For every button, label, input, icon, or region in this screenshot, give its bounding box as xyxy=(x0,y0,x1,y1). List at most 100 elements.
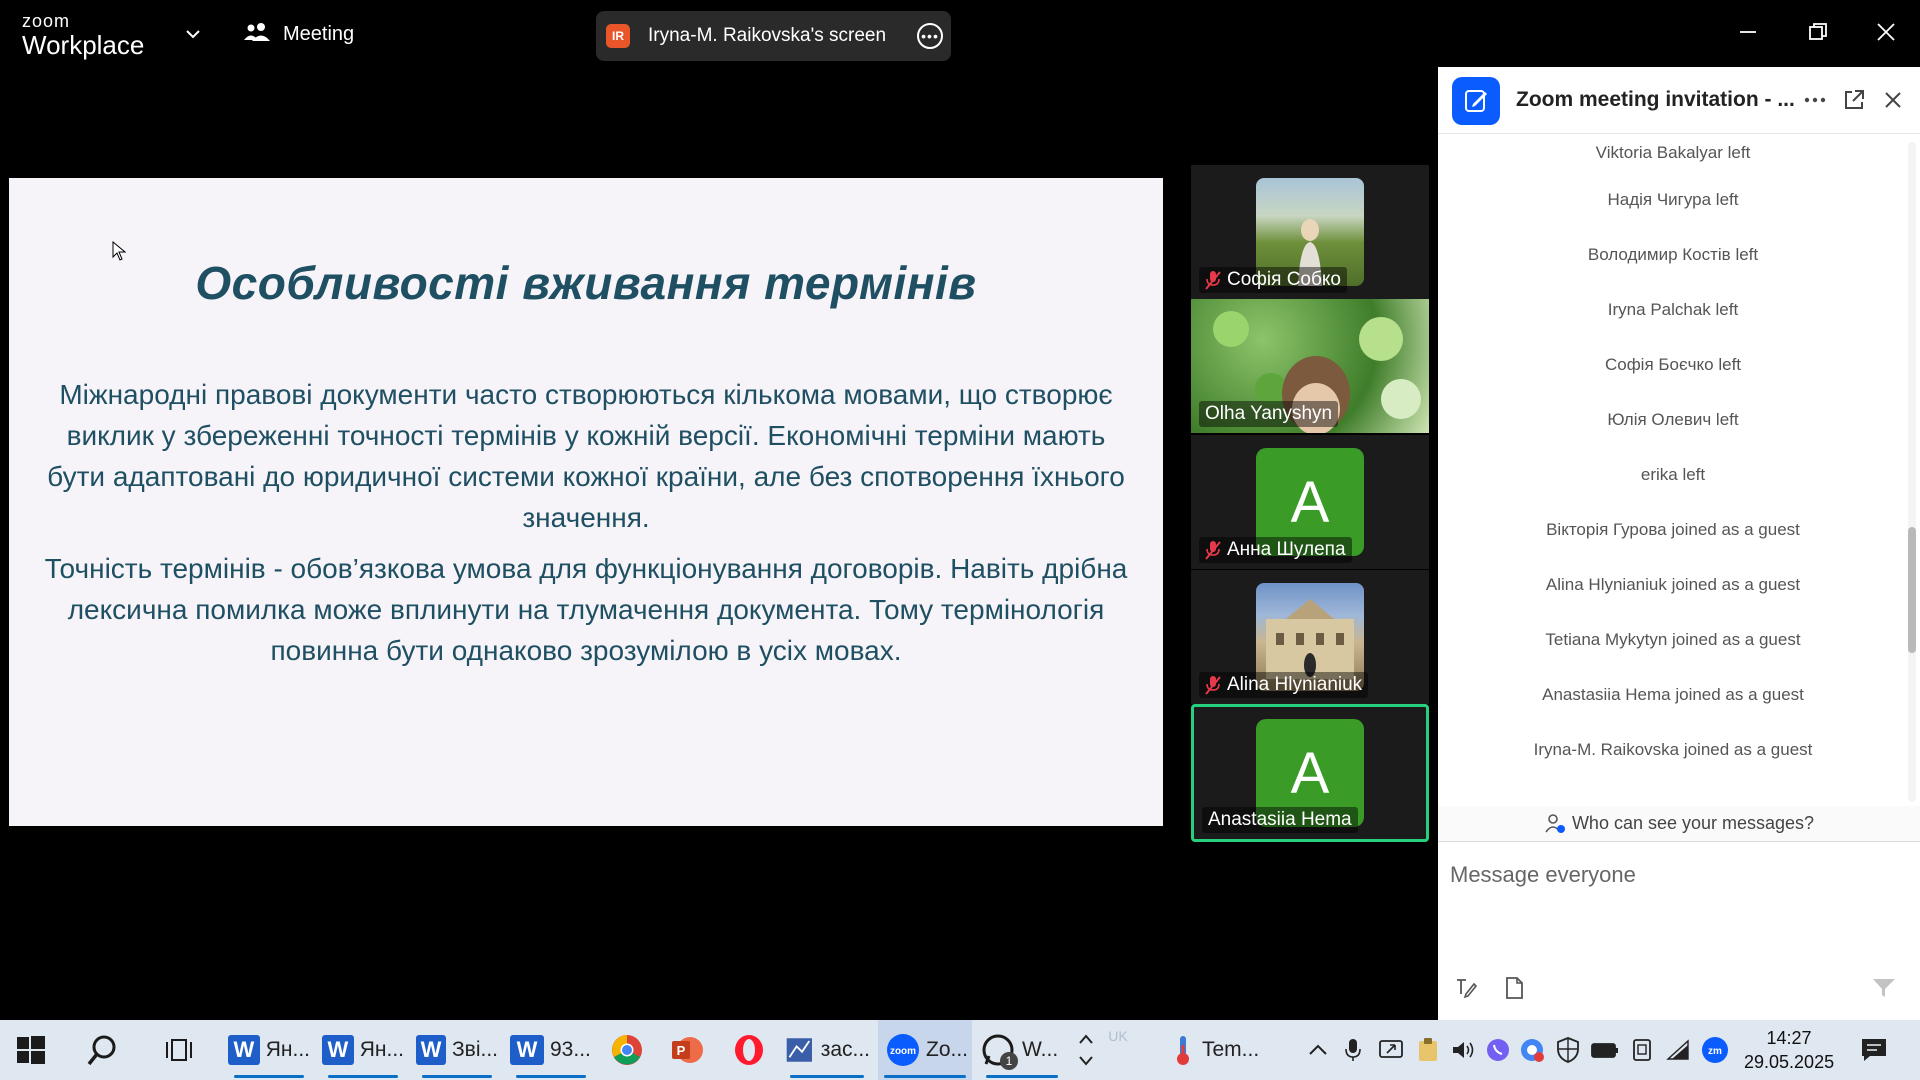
taskbar-word-3[interactable]: W Зві... xyxy=(416,1020,498,1080)
wifi-icon xyxy=(1666,1039,1689,1060)
taskbar-label: Ян... xyxy=(359,1038,404,1061)
chat-message-list[interactable]: Viktoria Bakalyar left Надія Чигура left… xyxy=(1438,134,1908,806)
chat-title[interactable]: Zoom meeting invitation - ... xyxy=(1516,88,1801,112)
zoom-workplace-logo[interactable]: zoom Workplace xyxy=(22,12,144,58)
close-icon xyxy=(1885,92,1901,108)
meeting-button[interactable]: Meeting xyxy=(243,18,354,50)
slide-paragraph: Точність термінів - обов’язкова умова дл… xyxy=(44,553,1128,666)
running-indicator xyxy=(234,1075,304,1078)
device-icon xyxy=(1633,1039,1651,1061)
close-chat-button[interactable] xyxy=(1878,85,1908,115)
taskbar-whatsapp[interactable]: 1 W... xyxy=(980,1020,1064,1080)
chevron-down-icon[interactable] xyxy=(183,24,203,44)
zoom-icon: zoom xyxy=(887,1034,919,1066)
slide-paragraph: Міжнародні правові документи часто створ… xyxy=(47,379,1125,533)
running-indicator xyxy=(516,1075,586,1078)
share-label: Iryna-M. Raikovska's screen xyxy=(648,25,887,46)
message-input[interactable] xyxy=(1450,855,1905,895)
svg-text:zoom: zoom xyxy=(890,1046,916,1057)
chat-scrollbar[interactable] xyxy=(1908,142,1916,802)
word-icon: W xyxy=(510,1035,544,1065)
taskbar-word-1[interactable]: W Ян... xyxy=(228,1020,310,1080)
taskbar-scroll-buttons[interactable] xyxy=(1076,1020,1096,1080)
shared-screen[interactable]: Особливості вживання термінів Міжнародні… xyxy=(9,142,1163,862)
tray-app[interactable] xyxy=(1628,1020,1656,1080)
participant-tile[interactable]: Alina Hlynianiuk xyxy=(1191,570,1429,704)
popout-icon xyxy=(1845,90,1864,109)
document-chart-icon xyxy=(786,1038,812,1062)
more-options-icon[interactable]: ••• xyxy=(917,23,943,49)
speaker-icon xyxy=(1453,1042,1474,1058)
start-button[interactable] xyxy=(16,1020,56,1080)
chat-scrollbar-thumb[interactable] xyxy=(1908,527,1916,653)
mouse-cursor-icon xyxy=(112,241,126,261)
slide-title: Особливості вживання термінів xyxy=(195,257,977,309)
chat-event: erika left xyxy=(1640,465,1706,484)
tray-chrome-notify[interactable] xyxy=(1518,1020,1546,1080)
whatsapp-icon: 1 xyxy=(980,1032,1018,1070)
chat-more-button[interactable] xyxy=(1800,85,1830,115)
screen-share-indicator[interactable]: IR Iryna-M. Raikovska's screen ••• xyxy=(596,11,951,61)
tray-screen-capture[interactable] xyxy=(1376,1020,1406,1080)
tray-zoom[interactable]: zm xyxy=(1700,1020,1730,1080)
notification-icon xyxy=(1862,1039,1886,1061)
participant-name: Софія Собко xyxy=(1227,269,1341,290)
taskbar-chrome[interactable] xyxy=(610,1020,648,1080)
participant-tile[interactable]: A Анна Шулепа xyxy=(1191,435,1429,569)
chat-event: Володимир Костів left xyxy=(1587,245,1759,264)
chat-compose-icon xyxy=(1452,77,1500,125)
task-view-button[interactable] xyxy=(164,1020,204,1080)
participant-tile[interactable]: Olha Yanyshyn xyxy=(1191,299,1429,433)
taskbar-zoom[interactable]: zoom Zo... xyxy=(878,1020,972,1080)
participant-tile[interactable]: Софія Собко xyxy=(1191,165,1429,299)
message-visibility-link[interactable]: Who can see your messages? xyxy=(1438,806,1920,842)
shield-icon xyxy=(1557,1037,1579,1063)
running-indicator xyxy=(422,1075,492,1078)
taskbar-label: 93... xyxy=(550,1038,591,1061)
taskbar-label: зас... xyxy=(820,1038,870,1061)
tray-microphone[interactable] xyxy=(1340,1020,1366,1080)
popout-button[interactable] xyxy=(1839,85,1869,115)
search-button[interactable] xyxy=(86,1020,126,1080)
clock-time: 14:27 xyxy=(1766,1028,1812,1048)
taskbar-word-2[interactable]: W Ян... xyxy=(322,1020,404,1080)
active-speaker-tile[interactable]: A Anastasiia Hema xyxy=(1191,704,1429,842)
word-icon: W xyxy=(322,1035,354,1065)
format-text-button[interactable] xyxy=(1450,972,1482,1004)
brand-bottom: Workplace xyxy=(22,30,145,60)
tray-wifi[interactable] xyxy=(1664,1020,1694,1080)
tray-viber[interactable] xyxy=(1484,1020,1512,1080)
file-icon xyxy=(1506,977,1523,999)
search-icon xyxy=(87,1035,116,1066)
participant-name-label: Анна Шулепа xyxy=(1199,537,1352,563)
tray-clipboard[interactable] xyxy=(1414,1020,1442,1080)
weather-widget[interactable]: Tem... xyxy=(1170,1020,1280,1080)
presentation-slide: Особливості вживання термінів Міжнародні… xyxy=(9,178,1163,826)
restore-button[interactable] xyxy=(1796,12,1840,52)
notification-badge: 1 xyxy=(1000,1052,1018,1070)
taskbar-word-4[interactable]: W 93... xyxy=(510,1020,592,1080)
attach-file-button[interactable] xyxy=(1498,972,1530,1004)
taskbar-clock[interactable]: 14:27 29.05.2025 xyxy=(1744,1026,1834,1074)
show-hidden-icons-button[interactable] xyxy=(1305,1020,1331,1080)
taskbar-app-zas[interactable]: зас... xyxy=(784,1020,870,1080)
brand-top: zoom xyxy=(22,11,71,31)
taskbar-opera[interactable] xyxy=(732,1020,770,1080)
minimize-button[interactable] xyxy=(1726,12,1770,52)
notification-center-button[interactable] xyxy=(1854,1020,1894,1080)
participant-name: Анна Шулепа xyxy=(1227,539,1346,560)
tray-battery[interactable] xyxy=(1590,1020,1620,1080)
chrome-icon xyxy=(612,1035,642,1065)
chat-event: Юлія Олевич left xyxy=(1607,410,1739,429)
chat-event: Софія Боєчко left xyxy=(1604,355,1742,374)
taskbar-powerpoint[interactable]: P xyxy=(670,1020,708,1080)
microphone-icon xyxy=(1345,1039,1361,1061)
send-button[interactable] xyxy=(1868,972,1900,1004)
tray-security[interactable] xyxy=(1554,1020,1582,1080)
tray-volume[interactable] xyxy=(1450,1020,1478,1080)
close-button[interactable] xyxy=(1864,12,1908,52)
restore-icon xyxy=(1809,23,1827,40)
muted-mic-icon xyxy=(1205,541,1221,560)
running-indicator xyxy=(790,1075,864,1078)
clipboard-icon xyxy=(1419,1038,1437,1061)
